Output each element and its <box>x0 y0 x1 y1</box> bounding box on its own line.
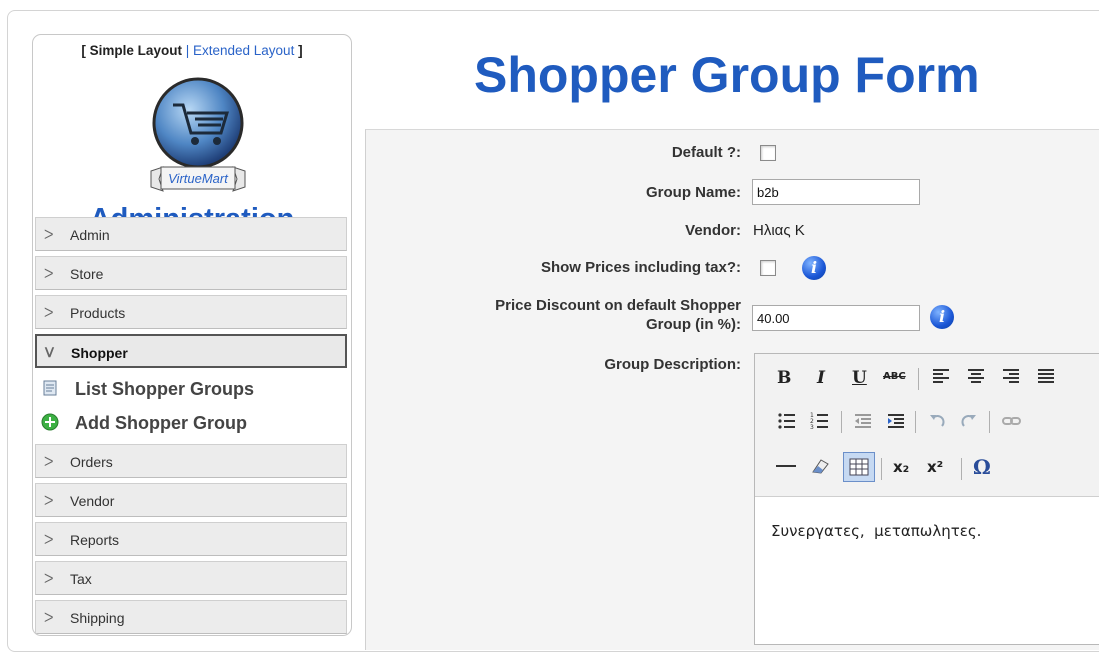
toolbar-separator <box>961 458 962 480</box>
toolbar-separator <box>918 368 919 390</box>
vendor-label: Vendor: <box>685 222 741 239</box>
table-icon[interactable] <box>843 452 875 482</box>
align-justify-icon[interactable] <box>1036 366 1056 391</box>
editor-toolbar: B I U ABC 123 x₂ x² Ω <box>755 354 1099 497</box>
chevron-right-icon: ᐳ <box>44 532 54 547</box>
link-icon[interactable] <box>1001 411 1023 436</box>
show-prices-checkbox[interactable] <box>760 260 776 276</box>
underline-button[interactable]: U <box>852 368 867 388</box>
description-label: Group Description: <box>604 356 741 373</box>
menu-label: Reports <box>70 532 120 548</box>
toolbar-separator <box>915 411 916 433</box>
bullet-list-icon[interactable] <box>777 411 797 436</box>
italic-button[interactable]: I <box>817 368 825 388</box>
form-labels: Default ?: Group Name: Vendor: Show Pric… <box>0 0 741 500</box>
editor-content[interactable]: Συνεργατες, μεταπωλητες. <box>771 522 981 540</box>
discount-input[interactable] <box>752 305 920 331</box>
menu-item-tax[interactable]: ᐳ Tax <box>35 561 347 595</box>
superscript-button[interactable]: x² <box>927 458 943 476</box>
info-icon[interactable]: i <box>802 256 826 280</box>
align-center-icon[interactable] <box>966 366 986 391</box>
align-left-icon[interactable] <box>931 366 951 391</box>
indent-icon[interactable] <box>886 411 906 436</box>
menu-label: Shipping <box>70 610 125 626</box>
redo-icon[interactable] <box>959 411 979 436</box>
eraser-icon[interactable] <box>809 456 831 481</box>
horizontal-rule-icon[interactable] <box>775 456 797 481</box>
default-label: Default ?: <box>671 144 741 161</box>
undo-icon[interactable] <box>927 411 947 436</box>
page-title: Shopper Group Form <box>474 47 980 103</box>
toolbar-separator <box>841 411 842 433</box>
discount-label-line2: Group (in %): <box>646 316 741 333</box>
chevron-right-icon: ᐳ <box>44 610 54 625</box>
align-right-icon[interactable] <box>1001 366 1021 391</box>
svg-text:3: 3 <box>810 424 814 431</box>
subscript-button[interactable]: x₂ <box>893 458 909 476</box>
show-prices-label: Show Prices including tax?: <box>540 259 741 276</box>
default-checkbox[interactable] <box>760 145 776 161</box>
numbered-list-icon[interactable]: 123 <box>810 411 830 436</box>
menu-item-shipping[interactable]: ᐳ Shipping <box>35 600 347 634</box>
toolbar-separator <box>881 458 882 480</box>
description-editor[interactable]: B I U ABC 123 x₂ x² Ω Συνεργατες, μεταπω… <box>754 353 1099 645</box>
menu-label: Tax <box>70 571 92 587</box>
special-character-button[interactable]: Ω <box>973 455 991 479</box>
info-icon[interactable]: i <box>930 305 954 329</box>
outdent-icon[interactable] <box>853 411 873 436</box>
toolbar-separator <box>989 411 990 433</box>
vendor-value: Ηλιας Κ <box>753 222 805 239</box>
bold-button[interactable]: B <box>777 368 791 388</box>
chevron-right-icon: ᐳ <box>44 571 54 586</box>
strikethrough-button[interactable]: ABC <box>883 371 906 382</box>
group-name-input[interactable] <box>752 179 920 205</box>
discount-label-line1: Price Discount on default Shopper <box>495 297 741 314</box>
group-name-label: Group Name: <box>645 184 741 201</box>
menu-item-reports[interactable]: ᐳ Reports <box>35 522 347 556</box>
